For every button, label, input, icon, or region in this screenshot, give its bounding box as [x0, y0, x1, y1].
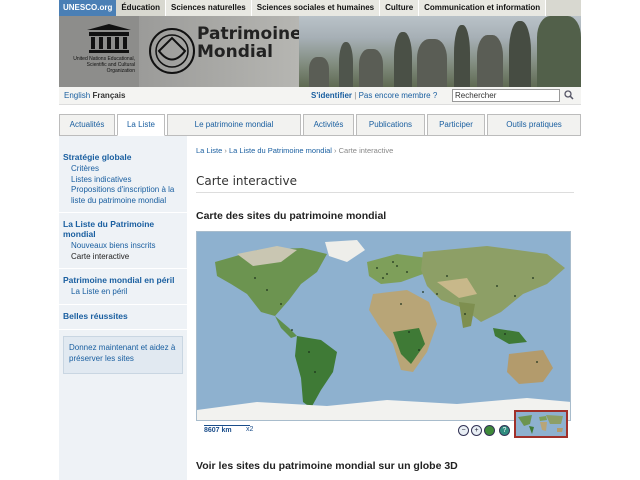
register-link[interactable]: Pas encore membre ? — [359, 91, 438, 100]
crumb-la-liste[interactable]: La Liste — [196, 146, 222, 155]
tab-activites[interactable]: Activités — [303, 114, 354, 136]
tab-patrimoine-mondial[interactable]: Le patrimoine mondial — [167, 114, 301, 136]
banner-photo — [299, 16, 581, 87]
nav-sciences-naturelles[interactable]: Sciences naturelles — [166, 0, 252, 16]
crumb-separator: › — [334, 146, 337, 155]
login-area: S'identifier | Pas encore membre ? — [311, 91, 437, 100]
top-nav: UNESCO.org Éducation Sciences naturelles… — [59, 0, 581, 16]
zoom-out-icon[interactable]: − — [458, 425, 469, 436]
world-heritage-emblem-icon — [149, 28, 195, 74]
unesco-logo[interactable]: United Nations Educational, Scientific a… — [59, 16, 139, 87]
sidebar-item-propositions[interactable]: Propositions d'inscription à la liste du… — [63, 185, 183, 206]
search-icon[interactable] — [562, 89, 576, 102]
main-content: La Liste › La Liste du Patrimoine mondia… — [196, 136, 576, 480]
sidebar-item-listes-indicatives[interactable]: Listes indicatives — [63, 175, 183, 186]
sidebar-item-liste-peril[interactable]: La Liste en péril — [63, 287, 183, 298]
lang-english-link[interactable]: English — [64, 91, 90, 100]
map-zoom-factor: x2 — [246, 426, 254, 433]
crumb-carte: Carte interactive — [338, 146, 394, 155]
donate-box[interactable]: Donnez maintenant et aidez à préserver l… — [63, 335, 183, 374]
sidebar-item-carte-interactive[interactable]: Carte interactive — [63, 252, 183, 263]
sidebar-group-strategie: Stratégie globale Critères Listes indica… — [59, 136, 187, 213]
help-icon[interactable]: ? — [499, 425, 510, 436]
page-title: Carte interactive — [196, 174, 298, 188]
section-title: Carte des sites du patrimoine mondial — [196, 210, 387, 222]
page: UNESCO.org Éducation Sciences naturelles… — [59, 0, 581, 480]
tab-outils-pratiques[interactable]: Outils pratiques — [487, 114, 581, 136]
nav-education[interactable]: Éducation — [116, 0, 167, 16]
sidebar-item-criteres[interactable]: Critères — [63, 164, 183, 175]
lang-french-current: Français — [92, 91, 126, 100]
sidebar: Stratégie globale Critères Listes indica… — [59, 136, 187, 480]
unesco-caption: United Nations Educational, Scientific a… — [73, 56, 135, 74]
banner: United Nations Educational, Scientific a… — [59, 16, 581, 87]
zoom-in-icon[interactable]: + — [471, 425, 482, 436]
sidebar-group-peril: Patrimoine mondial en péril La Liste en … — [59, 269, 187, 305]
globe-icon[interactable] — [484, 425, 495, 436]
nav-culture[interactable]: Culture — [380, 0, 420, 16]
sidebar-head[interactable]: Patrimoine mondial en péril — [63, 275, 183, 285]
utility-bar: English Français S'identifier | Pas enco… — [59, 87, 581, 105]
sidebar-group-reussites: Belles réussites — [59, 305, 187, 330]
login-link[interactable]: S'identifier — [311, 91, 352, 100]
tab-publications[interactable]: Publications — [356, 114, 425, 136]
sidebar-head[interactable]: La Liste du Patrimoine mondial — [63, 219, 183, 239]
sidebar-group-liste: La Liste du Patrimoine mondial Nouveaux … — [59, 213, 187, 269]
unesco-org-link[interactable]: UNESCO.org — [59, 0, 117, 16]
sidebar-head[interactable]: Belles réussites — [63, 311, 183, 321]
map-scale: 8607 km — [204, 425, 250, 434]
login-separator: | — [354, 91, 357, 100]
search-input[interactable]: Rechercher — [452, 89, 560, 102]
map-overview-thumbnail[interactable] — [514, 410, 568, 438]
language-switch: English Français — [64, 91, 125, 100]
breadcrumb: La Liste › La Liste du Patrimoine mondia… — [196, 146, 393, 155]
tab-participer[interactable]: Participer — [427, 114, 485, 136]
sidebar-head[interactable]: Stratégie globale — [63, 152, 183, 162]
crumb-la-liste-pm[interactable]: La Liste du Patrimoine mondial — [229, 146, 332, 155]
globe-section-title: Voir les sites du patrimoine mondial sur… — [196, 460, 458, 472]
title-divider — [196, 192, 574, 193]
site-title: Patrimoine Mondial — [197, 24, 302, 62]
sidebar-item-nouveaux-biens[interactable]: Nouveaux biens inscrits — [63, 241, 183, 252]
world-map[interactable] — [196, 231, 571, 421]
nav-sciences-sociales[interactable]: Sciences sociales et humaines — [251, 0, 381, 16]
crumb-separator: › — [224, 146, 227, 155]
tab-actualites[interactable]: Actualités — [59, 114, 115, 136]
main-tabs: Actualités La Liste Le patrimoine mondia… — [59, 114, 581, 136]
nav-communication[interactable]: Communication et information — [419, 0, 547, 16]
tab-la-liste[interactable]: La Liste — [117, 114, 165, 136]
